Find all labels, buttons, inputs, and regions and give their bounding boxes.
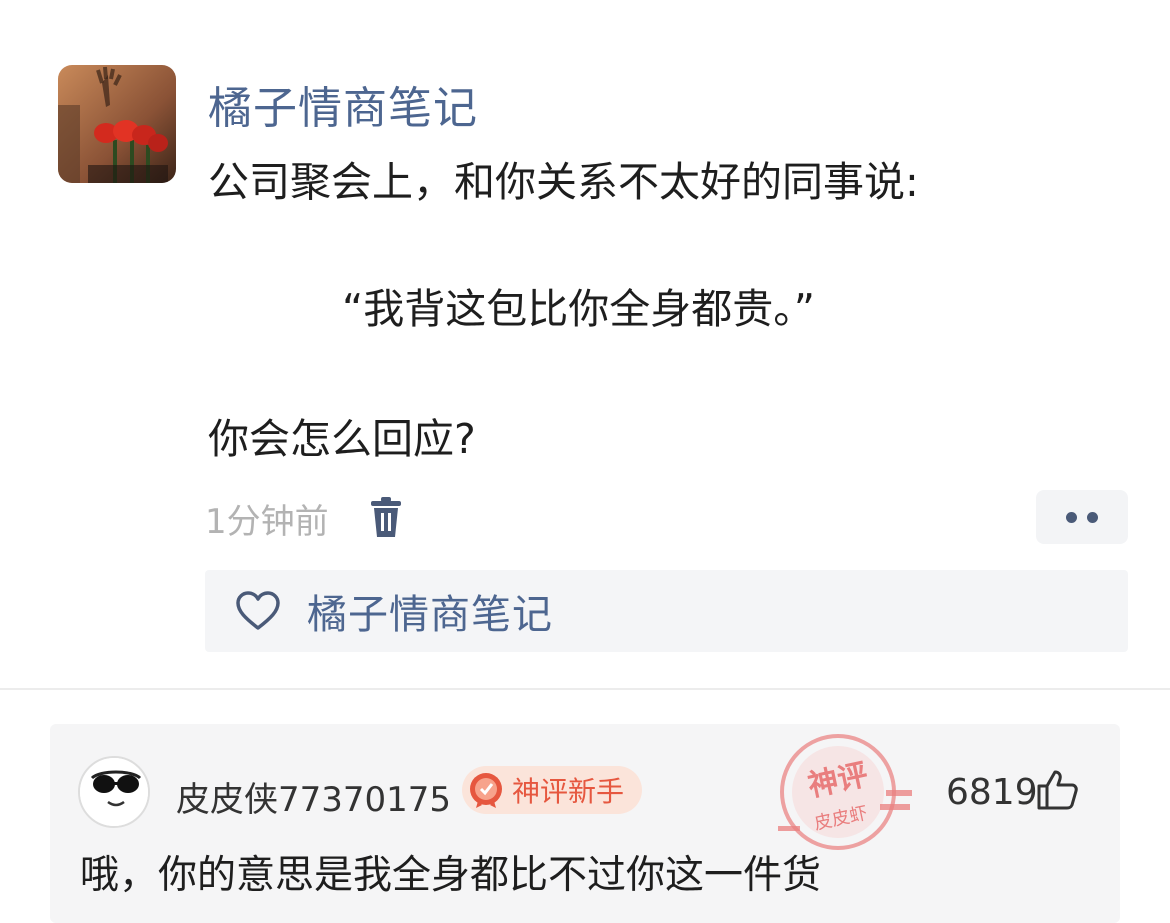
liker-name[interactable]: 橘子情商笔记 (307, 582, 553, 640)
post-text-line: 公司聚会上，和你关系不太好的同事说: (208, 158, 919, 206)
post-question: 你会怎么回应? (208, 415, 476, 463)
stamp-watermark: 神评 皮皮虾 (768, 730, 918, 860)
more-options-button[interactable] (1036, 490, 1128, 544)
likes-bar: 橘子情商笔记 (205, 570, 1128, 652)
more-icon (1087, 511, 1098, 523)
trash-icon[interactable] (369, 497, 403, 539)
commenter-avatar[interactable] (78, 756, 150, 828)
heart-icon[interactable] (235, 590, 281, 632)
post-author-name[interactable]: 橘子情商笔记 (208, 72, 478, 136)
status-badge: 神评新手 (462, 766, 643, 814)
thumbs-up-icon[interactable] (1035, 768, 1079, 812)
post-card: 橘子情商笔记 公司聚会上，和你关系不太好的同事说: “我背这包比你全身都贵。” … (0, 0, 1170, 690)
post-quote: “我背这包比你全身都贵。” (342, 285, 815, 333)
post-content: 公司聚会上，和你关系不太好的同事说: (208, 152, 919, 212)
post-timestamp: 1分钟前 (205, 501, 329, 542)
medal-icon (470, 773, 502, 808)
more-icon (1066, 511, 1077, 523)
comment-card: 皮皮侠77370175 神评新手 神评 皮皮虾 6819 哦，你的意思是我全身都… (50, 724, 1120, 923)
commenter-username[interactable]: 皮皮侠77370175 (176, 772, 451, 821)
post-meta: 1分钟前 (205, 493, 403, 543)
comment-text: 哦，你的意思是我全身都比不过你这一件货 (80, 853, 822, 898)
post-author-avatar[interactable] (58, 65, 176, 183)
badge-label: 神评新手 (512, 775, 625, 808)
comment-like-count: 6819 (946, 772, 1038, 813)
